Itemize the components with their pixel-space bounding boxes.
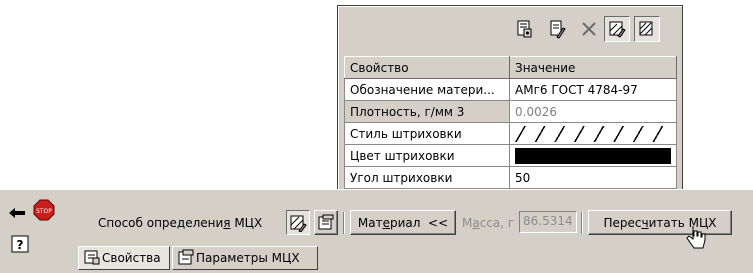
svg-text:?: ? bbox=[17, 238, 24, 252]
method-label: Способ определения МЦХ bbox=[98, 216, 263, 230]
material-edit-icon[interactable] bbox=[544, 16, 570, 42]
table-row[interactable]: Цвет штриховки bbox=[344, 144, 677, 167]
mch-controls-row: Способ определения МЦХ Мат е риал << Масса… bbox=[72, 210, 753, 238]
method-by-density-button[interactable] bbox=[314, 210, 338, 235]
mouse-cursor-icon bbox=[685, 224, 711, 254]
material-button[interactable]: Мат е риал << bbox=[350, 210, 456, 235]
method-by-material-button[interactable] bbox=[286, 210, 310, 235]
column-header-property[interactable]: Свойство bbox=[344, 56, 510, 79]
table-header: Свойство Значение bbox=[344, 56, 677, 79]
row-property-name: Стиль штриховки bbox=[344, 122, 510, 145]
row-property-value[interactable]: 0.0026 bbox=[509, 100, 677, 123]
property-toolbar bbox=[338, 16, 682, 52]
help-icon[interactable]: ? bbox=[10, 234, 30, 254]
hatch-color-value[interactable] bbox=[509, 144, 677, 167]
tab-properties[interactable]: Свойства bbox=[78, 246, 170, 270]
enter-icon[interactable] bbox=[6, 204, 30, 222]
hatch-params-icon[interactable] bbox=[604, 16, 630, 42]
property-panel: Свойство Значение Обозначение матери... … bbox=[337, 5, 683, 193]
hatch-edit-icon[interactable] bbox=[634, 16, 660, 42]
row-property-name: Угол штриховки bbox=[344, 166, 510, 189]
delete-icon[interactable] bbox=[576, 16, 602, 42]
mch-parameters-tab-icon bbox=[178, 249, 194, 268]
toolbar-divider bbox=[343, 212, 345, 234]
row-property-name: Обозначение матери... bbox=[344, 78, 510, 101]
properties-bar: STOP ? Способ определения МЦХ Мат е риал <… bbox=[0, 189, 753, 273]
toolbar-divider bbox=[581, 212, 583, 234]
hatch-style-value[interactable] bbox=[509, 122, 677, 145]
tab-mch-parameters[interactable]: Параметры МЦХ bbox=[172, 246, 318, 270]
table-row[interactable]: Плотность, г/мм 3 0.0026 bbox=[344, 100, 677, 123]
properties-tab-icon bbox=[84, 249, 100, 268]
tab-properties-label: Свойства bbox=[102, 251, 161, 265]
table-row[interactable]: Стиль штриховки bbox=[344, 122, 677, 145]
hatch-style-preview bbox=[515, 125, 671, 142]
property-table: Свойство Значение Обозначение матери... … bbox=[344, 56, 677, 189]
svg-text:STOP: STOP bbox=[36, 208, 52, 215]
table-row[interactable]: Обозначение матери... АМг6 ГОСТ 4784-97 bbox=[344, 78, 677, 101]
hatch-color-swatch bbox=[515, 147, 671, 164]
column-header-value[interactable]: Значение bbox=[509, 56, 677, 79]
row-property-name: Плотность, г/мм 3 bbox=[344, 100, 510, 123]
mass-field[interactable]: 86.5314 bbox=[519, 211, 577, 233]
table-row[interactable]: Угол штриховки 50 bbox=[344, 166, 677, 189]
material-library-icon[interactable] bbox=[512, 16, 538, 42]
mass-label: Масса, г bbox=[462, 216, 515, 230]
stop-icon[interactable]: STOP bbox=[32, 198, 56, 222]
row-property-value[interactable]: АМг6 ГОСТ 4784-97 bbox=[509, 78, 677, 101]
bar-side-tools: STOP ? bbox=[6, 196, 64, 266]
row-property-name: Цвет штриховки bbox=[344, 144, 510, 167]
row-property-value[interactable]: 50 bbox=[509, 166, 677, 189]
tab-mch-parameters-label: Параметры МЦХ bbox=[196, 251, 300, 265]
